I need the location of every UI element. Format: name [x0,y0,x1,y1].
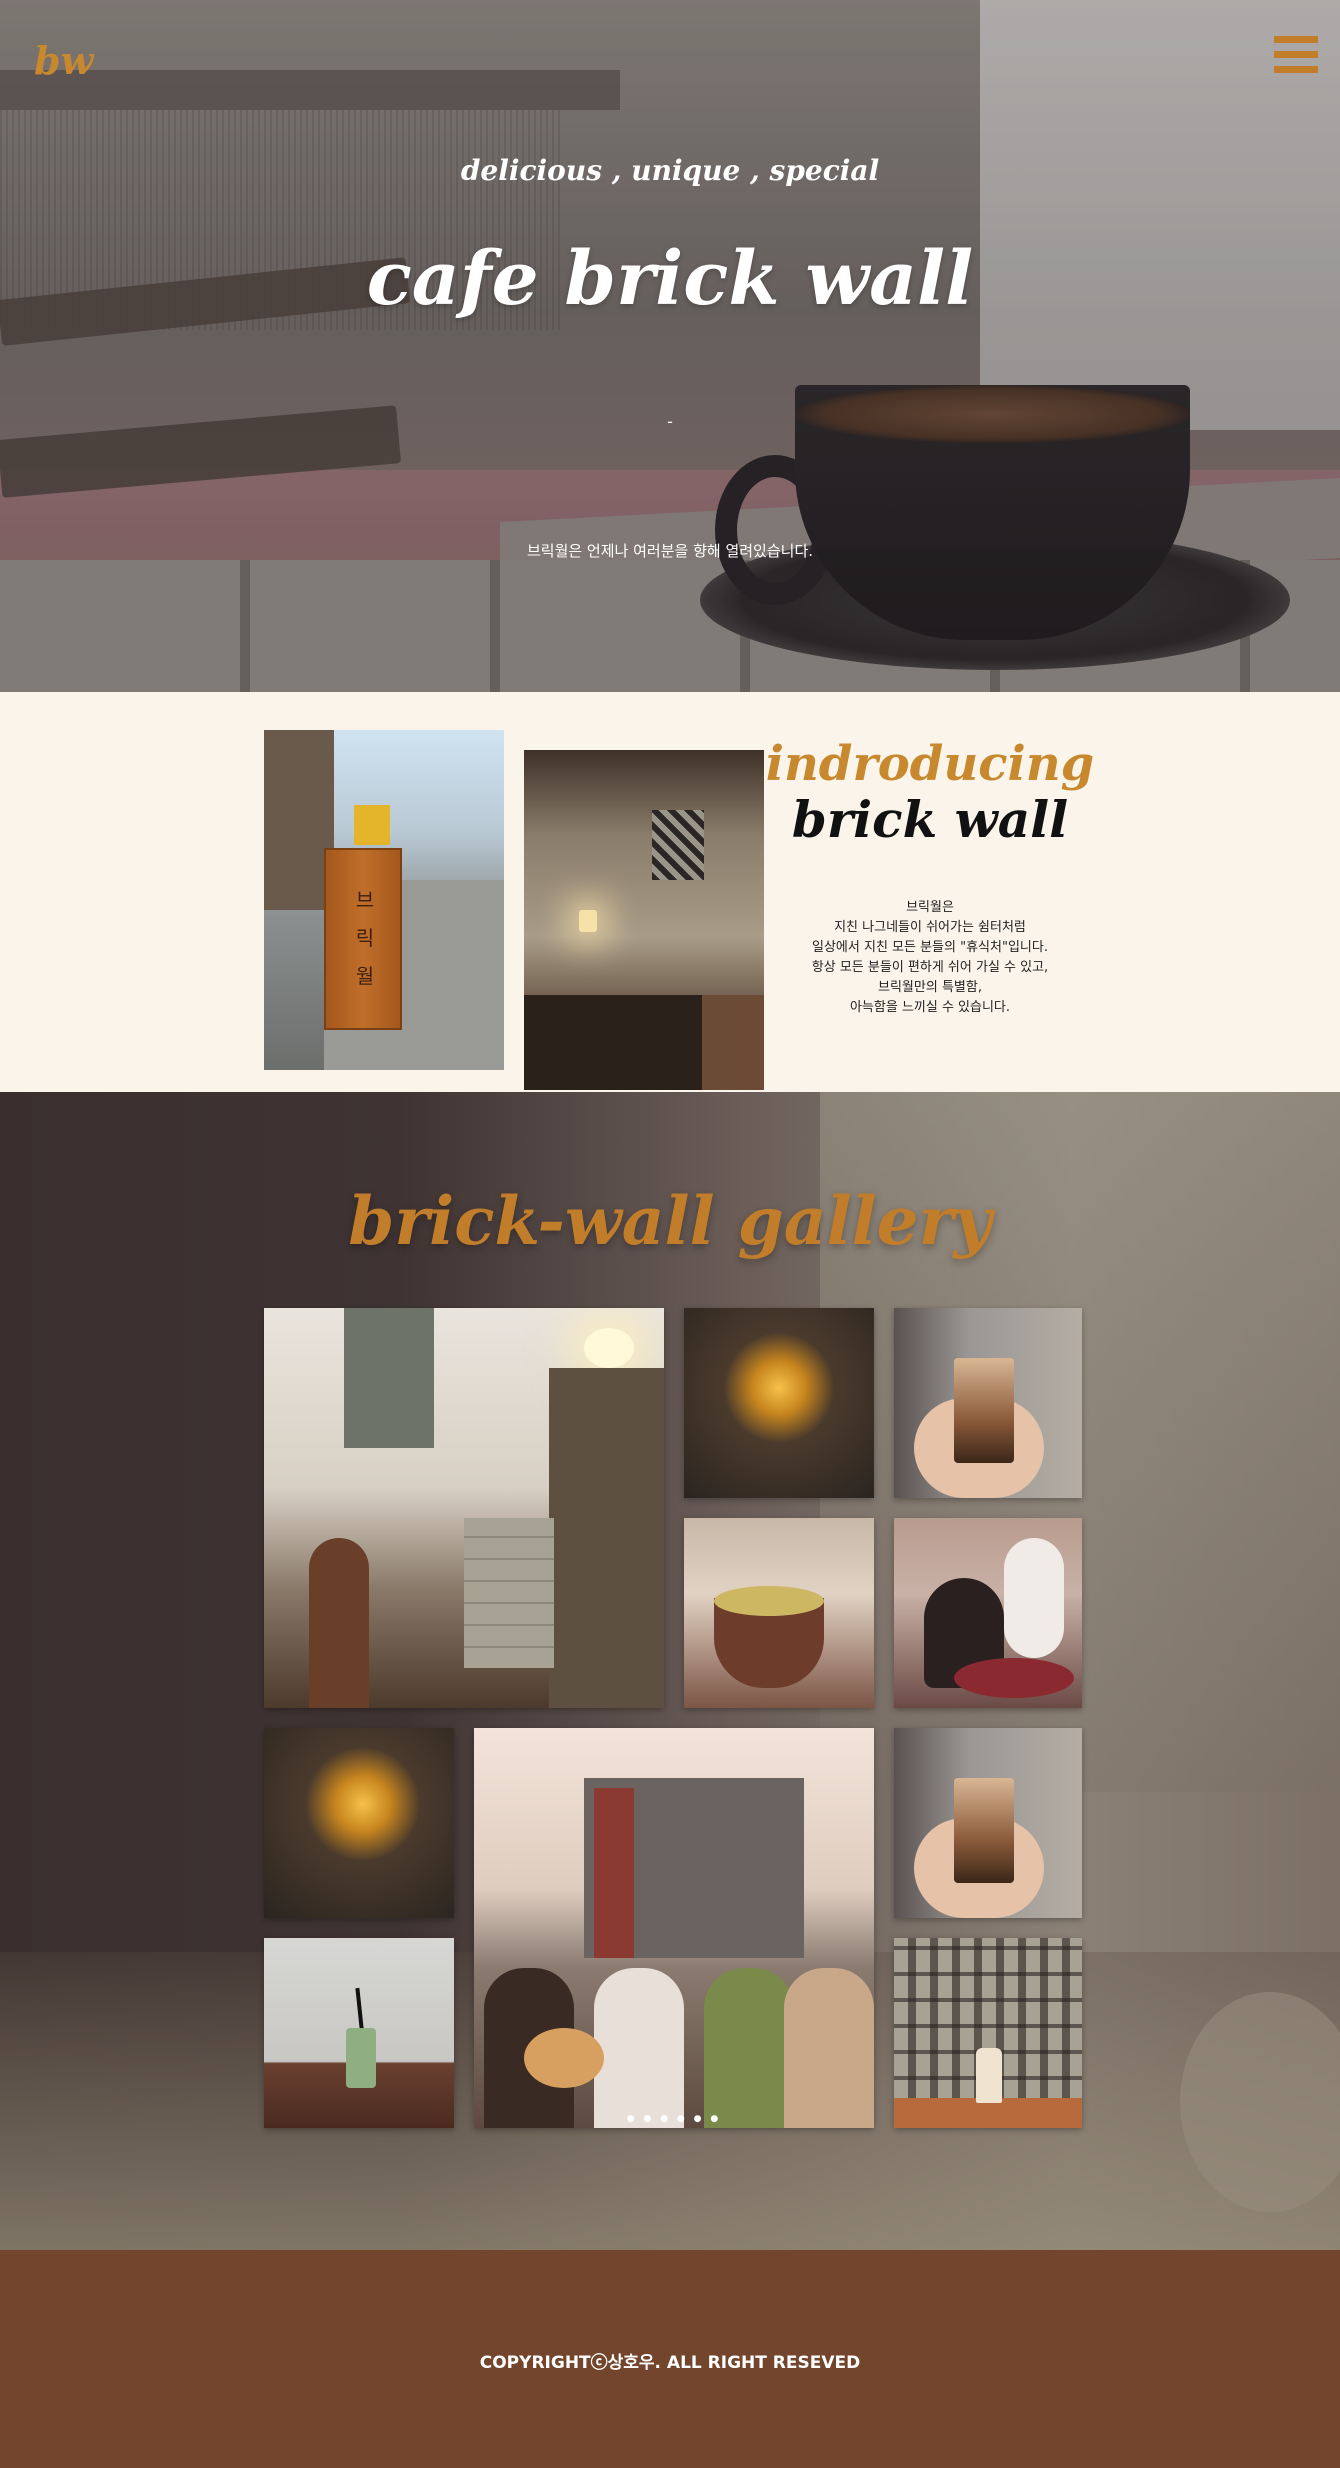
gallery-photo-brick-wall[interactable] [894,1938,1082,2128]
gallery-photo-live-music[interactable]: ● ● ● ● ● ● [474,1728,874,2128]
footer: COPYRIGHTⓒ상호우. ALL RIGHT RESEVED [0,2250,1340,2468]
hero-section: bw delicious , unique , special cafe bri… [0,0,1340,692]
hero-tagline: delicious , unique , special [460,154,880,187]
gallery-photo-guests[interactable] [894,1518,1082,1708]
hamburger-menu-icon[interactable] [1274,36,1318,74]
intro-photo-storefront-sign: 브 릭 월 [264,730,504,1070]
gallery-photo-foam-coffee[interactable] [684,1518,874,1708]
hero-divider: - [667,412,673,431]
intro-title-line1: indroducing [765,736,1095,792]
gallery-title: brick-wall gallery [348,1182,992,1260]
gallery-photo-iced-latte-2[interactable] [894,1728,1082,1918]
gallery-photo-iced-latte[interactable] [894,1308,1082,1498]
copyright-text: COPYRIGHTⓒ상호우. ALL RIGHT RESEVED [479,2353,861,2373]
gallery-photo-matcha[interactable] [264,1938,454,2128]
intro-section: 브 릭 월 indroducing brick wall 브릭월은 지친 나그네… [0,692,1340,1092]
hero-subtitle: 브릭월은 언제나 여러분을 향해 열려있습니다. [526,542,814,560]
intro-title-line2: brick wall [791,790,1069,849]
carousel-dots[interactable]: ● ● ● ● ● ● [474,2114,874,2124]
intro-paragraph: 브릭월은 지친 나그네들이 쉬어가는 쉼터처럼 일상에서 지친 모든 분들의 "… [811,900,1049,1015]
gallery-section: brick-wall gallery ● ● ● ● ● ● [0,1092,1340,2250]
gallery-photo-pendant-lamp-2[interactable] [264,1728,454,1918]
intro-photo-interior [524,750,764,1090]
gallery-photo-interior[interactable] [264,1308,664,1708]
hero-title: cafe brick wall [366,236,974,322]
site-logo[interactable]: bw [34,38,93,83]
gallery-photo-pendant-lamp[interactable] [684,1308,874,1498]
brick-wall-sign: 브 릭 월 [324,848,402,1030]
